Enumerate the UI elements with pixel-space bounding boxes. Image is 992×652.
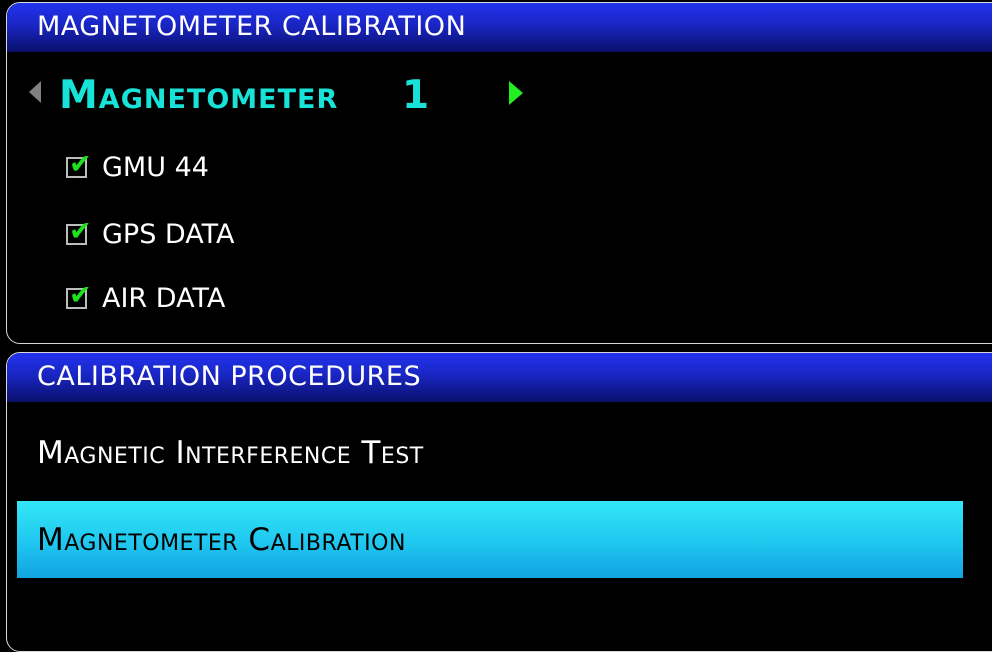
checkbox-row-gmu44[interactable]: ✔ GMU 44: [7, 151, 507, 192]
checkmark-icon: ✔: [69, 216, 92, 247]
left-arrow-icon[interactable]: [29, 81, 41, 103]
right-arrow-icon[interactable]: [509, 81, 523, 105]
magnetometer-calibration-panel: MAGNETOMETER CALIBRATION Magnetometer 1 …: [6, 2, 992, 344]
checkbox-label: GPS DATA: [102, 219, 235, 250]
procedure-label: Magnetometer Calibration: [37, 522, 406, 558]
checkbox-row-air-data[interactable]: ✔ AIR DATA: [7, 282, 507, 323]
checkbox-label: AIR DATA: [102, 283, 226, 314]
checkbox-row-gps-data[interactable]: ✔ GPS DATA: [7, 218, 507, 259]
procedure-magnetometer-calibration[interactable]: Magnetometer Calibration: [17, 501, 963, 578]
checkbox[interactable]: ✔: [66, 218, 92, 245]
calibration-procedures-panel: CALIBRATION PROCEDURES Magnetic Interfer…: [6, 352, 992, 652]
magnetometer-label: Magnetometer: [59, 73, 339, 118]
panel-title: MAGNETOMETER CALIBRATION: [7, 3, 992, 52]
checkbox[interactable]: ✔: [66, 282, 92, 309]
checkbox[interactable]: ✔: [66, 151, 92, 178]
magnetometer-selector[interactable]: Magnetometer 1: [7, 68, 607, 124]
panel-title: CALIBRATION PROCEDURES: [7, 353, 992, 402]
checkmark-icon: ✔: [69, 149, 92, 180]
magnetometer-number: 1: [402, 73, 430, 118]
procedure-magnetic-interference-test[interactable]: Magnetic Interference Test: [37, 433, 424, 473]
checkbox-label: GMU 44: [102, 152, 209, 183]
checkmark-icon: ✔: [69, 280, 92, 311]
